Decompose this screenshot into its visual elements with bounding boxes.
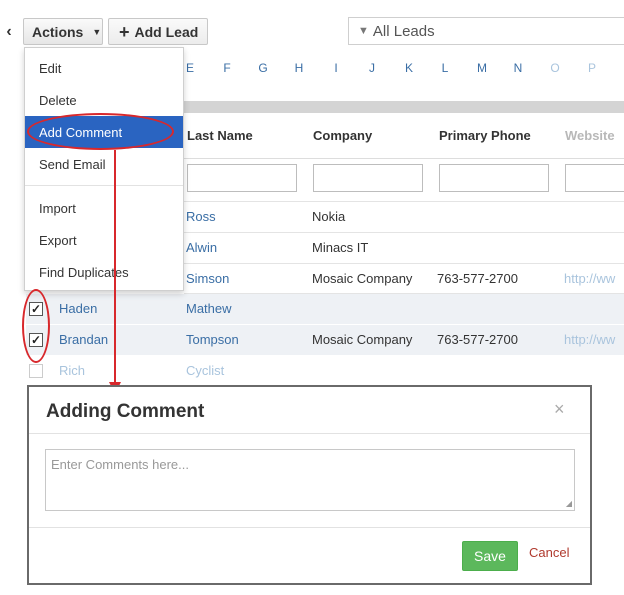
dialog-title: Adding Comment (46, 401, 205, 422)
resize-grip-icon[interactable]: ◢ (566, 499, 572, 508)
close-icon[interactable]: × (554, 399, 565, 420)
comment-textarea[interactable]: Enter Comments here... ◢ (45, 449, 575, 511)
dialog-footer-divider (29, 527, 590, 528)
comment-placeholder: Enter Comments here... (51, 457, 189, 472)
save-button[interactable]: Save (462, 541, 518, 571)
cancel-link[interactable]: Cancel (529, 545, 569, 560)
dialog-header-divider (29, 433, 590, 434)
adding-comment-dialog: Adding Comment × Enter Comments here... … (27, 385, 592, 585)
